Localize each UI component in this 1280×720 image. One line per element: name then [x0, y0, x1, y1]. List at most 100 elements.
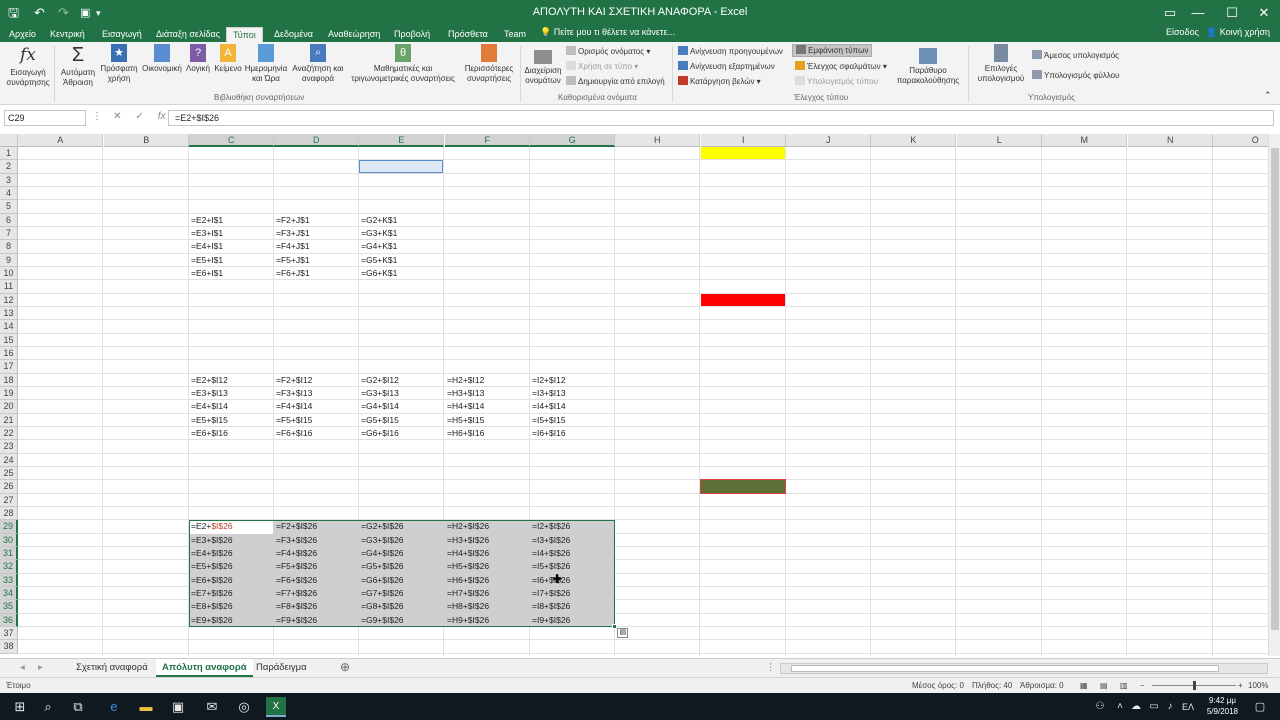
row-header-13[interactable]: 13 — [0, 306, 18, 321]
people-icon[interactable]: ⚇ — [1090, 697, 1110, 717]
tab-addins[interactable]: Πρόσθετα — [442, 27, 494, 42]
row-header-3[interactable]: 3 — [0, 173, 18, 187]
row-header-23[interactable]: 23 — [0, 440, 18, 454]
row-header-11[interactable]: 11 — [0, 280, 18, 294]
row-header-17[interactable]: 17 — [0, 360, 18, 374]
cell-f22[interactable]: =H6+$I16 — [445, 427, 530, 440]
cell-e31[interactable]: =G4+$I$26 — [359, 547, 444, 560]
row-header-4[interactable]: 4 — [0, 186, 18, 201]
cell-e21[interactable]: =G5+$I15 — [359, 414, 444, 427]
cell-c30[interactable]: =E3+$I$26 — [189, 534, 274, 547]
vertical-scrollbar[interactable] — [1268, 134, 1280, 656]
cell-f36[interactable]: =H9+$I$26 — [445, 614, 530, 627]
row-header-26[interactable]: 26 — [0, 480, 18, 494]
cell-f19[interactable]: =H3+$I13 — [445, 387, 530, 400]
cell-e9[interactable]: =G5+K$1 — [359, 254, 444, 267]
row-header-15[interactable]: 15 — [0, 333, 18, 347]
cell-f30[interactable]: =H3+$I$26 — [445, 534, 530, 547]
text-button[interactable]: A Κείμενο — [213, 44, 243, 74]
cell-g19[interactable]: =I3+$I13 — [530, 387, 615, 400]
maximize-icon[interactable]: ☐ — [1222, 3, 1242, 23]
cell-e36[interactable]: =G9+$I$26 — [359, 614, 444, 627]
cell-f21[interactable]: =H5+$I15 — [445, 414, 530, 427]
cell-i12[interactable] — [701, 293, 786, 306]
cell-c7[interactable]: =E3+I$1 — [189, 227, 274, 240]
cell-g30[interactable]: =I3+$I$26 — [530, 534, 615, 547]
tab-insert[interactable]: Εισαγωγή — [96, 27, 148, 42]
cell-g32[interactable]: =I5+$I$26 — [530, 560, 615, 573]
column-header-d[interactable]: D — [274, 134, 360, 147]
insert-function-button[interactable]: fx Εισαγωγή συνάρτησης — [6, 44, 50, 88]
row-header-2[interactable]: 2 — [0, 160, 18, 174]
sheet-tab-absolute[interactable]: Απόλυτη αναφορά — [156, 659, 253, 677]
define-name-button[interactable]: Ορισμός ονόματος ▾ — [566, 46, 650, 57]
row-header-37[interactable]: 37 — [0, 626, 18, 641]
cell-g31[interactable]: =I4+$I$26 — [530, 547, 615, 560]
row-header-24[interactable]: 24 — [0, 453, 18, 467]
cell-d10[interactable]: =F6+J$1 — [274, 267, 359, 280]
row-header-8[interactable]: 8 — [0, 240, 18, 254]
cell-e32[interactable]: =G5+$I$26 — [359, 560, 444, 573]
cell-f35[interactable]: =H8+$I$26 — [445, 600, 530, 613]
edge-icon[interactable]: e — [104, 697, 124, 717]
column-header-i[interactable]: I — [701, 134, 787, 147]
column-header-e[interactable]: E — [359, 134, 445, 147]
vertical-scroll-thumb[interactable] — [1271, 148, 1279, 630]
cell-c21[interactable]: =E5+$I15 — [189, 414, 274, 427]
row-header-33[interactable]: 33 — [0, 573, 18, 587]
calc-now-button[interactable]: Άμεσος υπολογισμός — [1032, 50, 1119, 61]
row-header-7[interactable]: 7 — [0, 226, 18, 241]
logical-button[interactable]: ? Λογική — [185, 44, 211, 74]
cell-e30[interactable]: =G3+$I$26 — [359, 534, 444, 547]
row-header-16[interactable]: 16 — [0, 346, 18, 361]
trace-dependents-button[interactable]: Ανίχνευση εξαρτημένων — [678, 61, 775, 72]
cell-c18[interactable]: =E2+$I12 — [189, 374, 274, 387]
trace-precedents-button[interactable]: Ανίχνευση προηγουμένων — [678, 46, 783, 57]
row-header-18[interactable]: 18 — [0, 373, 18, 387]
column-header-j[interactable]: J — [786, 134, 872, 147]
column-header-m[interactable]: M — [1042, 134, 1128, 147]
cell-d21[interactable]: =F5+$I15 — [274, 414, 359, 427]
notifications-icon[interactable]: ▢ — [1250, 697, 1270, 717]
cancel-icon[interactable]: ✕ — [113, 111, 121, 122]
row-header-30[interactable]: 30 — [0, 533, 18, 547]
formula-input[interactable]: =E2+$I$26 — [168, 110, 1274, 126]
collapse-ribbon-icon[interactable]: ⌃ — [1264, 90, 1272, 101]
cell-e10[interactable]: =G6+K$1 — [359, 267, 444, 280]
row-header-38[interactable]: 38 — [0, 640, 18, 654]
cell-c31[interactable]: =E4+$I$26 — [189, 547, 274, 560]
windows-start-icon[interactable]: ⊞ — [10, 697, 30, 717]
row-header-28[interactable]: 28 — [0, 506, 18, 521]
tell-me-box[interactable]: 💡 Πείτε μου τι θέλετε να κάνετε... — [540, 27, 675, 38]
zoom-out-icon[interactable]: − — [1140, 681, 1145, 690]
cell-f32[interactable]: =H5+$I$26 — [445, 560, 530, 573]
cell-g22[interactable]: =I6+$I16 — [530, 427, 615, 440]
cell-g21[interactable]: =I5+$I15 — [530, 414, 615, 427]
calc-options-button[interactable]: Επιλογές υπολογισμού — [972, 44, 1030, 84]
cell-d35[interactable]: =F8+$I$26 — [274, 600, 359, 613]
row-header-35[interactable]: 35 — [0, 600, 18, 614]
row-header-22[interactable]: 22 — [0, 426, 18, 441]
sign-in-link[interactable]: Είσοδος — [1166, 27, 1199, 37]
math-button[interactable]: θ Μαθηματικές και τριγωνομετρικές συναρτ… — [348, 44, 458, 84]
onedrive-icon[interactable]: ☁ — [1126, 697, 1146, 717]
row-header-21[interactable]: 21 — [0, 413, 18, 427]
cell-f20[interactable]: =H4+$I14 — [445, 400, 530, 413]
row-header-6[interactable]: 6 — [0, 213, 18, 227]
cell-e8[interactable]: =G4+K$1 — [359, 240, 444, 253]
lookup-button[interactable]: ⌕ Αναζήτηση και αναφορά — [290, 44, 346, 84]
cell-f33[interactable]: =H6+$I$26 — [445, 574, 530, 587]
sheet-tab-relative[interactable]: Σχετική αναφορά — [70, 659, 154, 677]
datetime-button[interactable]: Ημερομηνία και Ώρα — [244, 44, 288, 84]
name-box[interactable]: C29 — [4, 110, 86, 126]
cell-d18[interactable]: =F2+$I12 — [274, 374, 359, 387]
cell-c33[interactable]: =E6+$I$26 — [189, 574, 274, 587]
tab-formulas[interactable]: Τύποι — [226, 27, 263, 42]
cell-c20[interactable]: =E4+$I14 — [189, 400, 274, 413]
fill-handle[interactable] — [612, 623, 618, 629]
cell-e7[interactable]: =G3+K$1 — [359, 227, 444, 240]
autosum-button[interactable]: Σ Αυτόματη Άθροιση — [58, 44, 98, 88]
cell-c32[interactable]: =E5+$I$26 — [189, 560, 274, 573]
cell-e2[interactable] — [359, 160, 444, 173]
cell-d22[interactable]: =F6+$I16 — [274, 427, 359, 440]
